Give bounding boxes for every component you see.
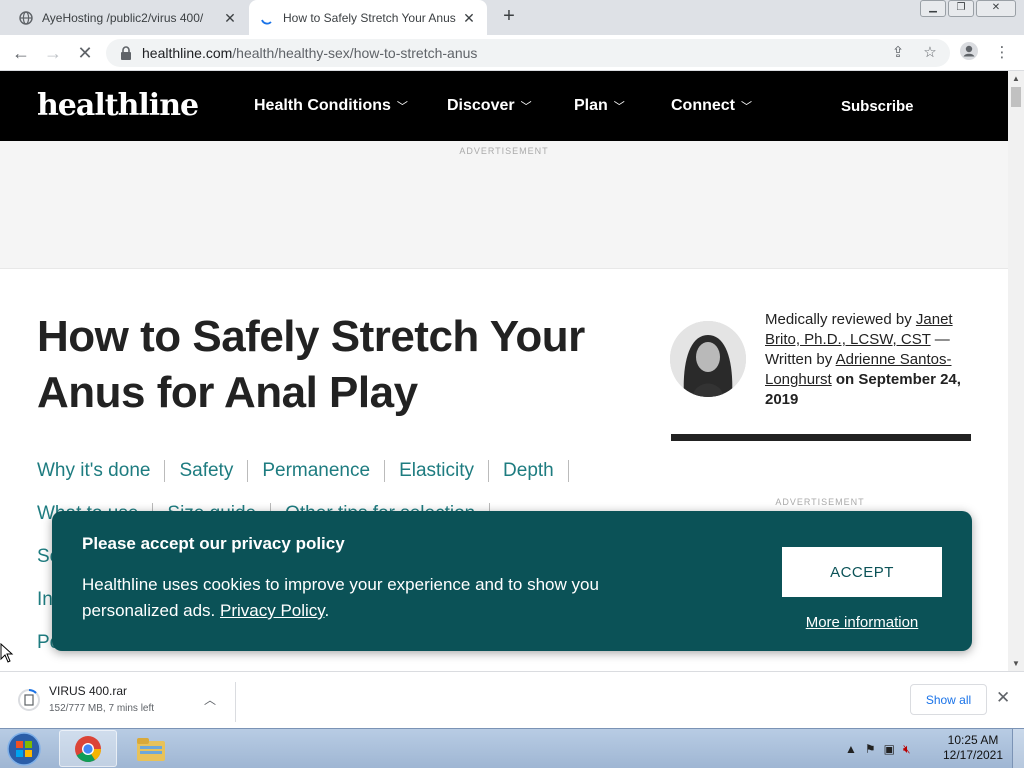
toc-link-elasticity[interactable]: Elasticity — [399, 460, 474, 482]
bookmark-star-icon[interactable]: ☆ — [918, 41, 942, 65]
cookie-message: Healthline uses cookies to improve your … — [82, 572, 682, 624]
volume-muted-icon[interactable]: 🔇︎ — [903, 742, 911, 757]
download-item[interactable]: VIRUS 400.rar 152/777 MB, 7 mins left ︿ — [14, 682, 236, 722]
download-filename: VIRUS 400.rar — [49, 684, 128, 698]
system-tray: ▲ ⚑ ▣ 🔇︎ — [845, 729, 911, 768]
more-information-link[interactable]: More information — [782, 614, 942, 631]
window-controls: ▁ ❐ ✕ — [920, 0, 1016, 17]
cookie-text-end: . — [324, 601, 330, 620]
restore-button[interactable]: ❐ — [948, 0, 974, 17]
close-download-shelf-icon[interactable]: ✕ — [996, 688, 1010, 708]
toc-separator — [488, 459, 490, 482]
tab-healthline[interactable]: How to Safely Stretch Your Anus ✕ — [249, 0, 487, 35]
share-icon[interactable]: ⇪ — [886, 41, 910, 65]
url-host: healthline.com — [142, 45, 233, 61]
taskbar-chrome-icon[interactable] — [59, 730, 117, 767]
byline-divider — [671, 434, 971, 441]
privacy-policy-link[interactable]: Privacy Policy — [220, 601, 325, 620]
tab-ayehosting[interactable]: AyeHosting /public2/virus 400/ ✕ — [8, 0, 248, 35]
toc-link-safety[interactable]: Safety — [179, 460, 233, 482]
browser-toolbar: ← → ✕ healthline.com/health/healthy-sex/… — [0, 35, 1024, 71]
article-byline: Medically reviewed by Janet Brito, Ph.D.… — [765, 310, 980, 410]
toc-link-permanence[interactable]: Permanence — [262, 460, 370, 482]
toc-separator — [567, 459, 569, 482]
scroll-thumb[interactable] — [1011, 87, 1021, 107]
taskbar-clock[interactable]: 10:25 AM 12/17/2021 — [940, 733, 1006, 763]
nav-label: Discover — [447, 97, 515, 114]
forward-button[interactable]: → — [41, 41, 65, 65]
chevron-up-icon[interactable]: ︿ — [204, 691, 216, 708]
url-path: /health/healthy-sex/how-to-stretch-anus — [232, 45, 478, 61]
toc-separator — [247, 459, 249, 482]
healthline-logo[interactable]: healthline — [37, 88, 199, 123]
nav-label: Health Conditions — [254, 97, 391, 114]
browser-menu-icon[interactable]: ⋮ — [990, 41, 1014, 65]
mouse-cursor-icon — [0, 643, 14, 663]
nav-health-conditions[interactable]: Health Conditions ﹀ — [254, 71, 408, 141]
download-status: 152/777 MB, 7 mins left — [49, 703, 155, 714]
toc-link-why[interactable]: Why it's done — [37, 460, 150, 482]
lock-icon — [121, 46, 131, 60]
chevron-down-icon: ﹀ — [613, 101, 625, 113]
ad-label: ADVERTISEMENT — [459, 146, 549, 156]
toc-link-partial[interactable]: In — [37, 589, 53, 611]
close-window-button[interactable]: ✕ — [976, 0, 1016, 17]
start-button[interactable] — [4, 731, 44, 767]
tab-title: AyeHosting /public2/virus 400/ — [42, 10, 204, 25]
top-ad-slot: ADVERTISEMENT — [0, 141, 1008, 269]
scroll-down-arrow-icon[interactable]: ▼ — [1012, 659, 1020, 668]
address-bar[interactable]: healthline.com/health/healthy-sex/how-to… — [106, 39, 950, 67]
subscribe-link[interactable]: Subscribe — [841, 71, 914, 141]
reviewer-avatar — [670, 321, 746, 397]
date-prefix: on — [831, 371, 859, 388]
tab-close-icon[interactable]: ✕ — [222, 10, 238, 26]
toc-separator — [164, 459, 166, 482]
network-icon[interactable]: ▣ — [884, 742, 895, 756]
toc-link-depth[interactable]: Depth — [503, 460, 554, 482]
back-button[interactable]: ← — [9, 41, 33, 65]
toc-separator — [384, 459, 386, 482]
windows-taskbar: ▲ ⚑ ▣ 🔇︎ 10:25 AM 12/17/2021 — [0, 728, 1024, 768]
chevron-down-icon: ﹀ — [520, 101, 532, 113]
globe-icon — [18, 10, 34, 26]
download-shelf: VIRUS 400.rar 152/777 MB, 7 mins left ︿ … — [0, 671, 1024, 728]
nav-label: Plan — [574, 97, 608, 114]
page-scrollbar[interactable]: ▲ ▼ — [1008, 71, 1024, 671]
cookie-text: Healthline uses cookies to improve your … — [82, 575, 599, 620]
chevron-down-icon: ﹀ — [396, 101, 408, 113]
chevron-down-icon: ﹀ — [741, 101, 752, 113]
stop-loading-button[interactable]: ✕ — [73, 41, 97, 65]
side-ad-label: ADVERTISEMENT — [775, 497, 865, 507]
clock-date: 12/17/2021 — [942, 748, 1004, 762]
taskbar-explorer-icon[interactable] — [122, 730, 180, 767]
nav-connect[interactable]: Connect ﹀ — [671, 71, 752, 141]
browser-tab-strip: AyeHosting /public2/virus 400/ ✕ How to … — [0, 0, 1024, 35]
minimize-button[interactable]: ▁ — [920, 0, 946, 17]
show-desktop-button[interactable] — [1012, 729, 1024, 768]
new-tab-button[interactable]: + — [498, 6, 520, 28]
nav-discover[interactable]: Discover ﹀ — [447, 71, 532, 141]
toc-row: Why it's done Safety Permanence Elastici… — [37, 449, 637, 492]
tab-title: How to Safely Stretch Your Anus — [283, 10, 456, 25]
clock-time: 10:25 AM — [947, 733, 999, 747]
cookie-consent-banner: Please accept our privacy policy Healthl… — [52, 511, 972, 651]
show-hidden-icons-icon[interactable]: ▲ — [845, 742, 857, 756]
accept-cookies-button[interactable]: ACCEPT — [782, 547, 942, 597]
profile-avatar-icon[interactable] — [957, 41, 981, 65]
tab-close-icon[interactable]: ✕ — [461, 10, 477, 26]
cookie-title: Please accept our privacy policy — [82, 534, 345, 553]
scroll-up-arrow-icon[interactable]: ▲ — [1012, 74, 1020, 83]
article-title: How to Safely Stretch Your Anus for Anal… — [37, 312, 585, 417]
page-viewport: healthline Health Conditions ﹀ Discover ﹀ … — [0, 71, 1008, 671]
site-header: healthline Health Conditions ﹀ Discover ﹀ … — [0, 71, 1008, 141]
show-all-downloads-button[interactable]: Show all — [910, 684, 987, 715]
reviewed-by-label: Medically reviewed by — [765, 311, 916, 328]
action-center-flag-icon[interactable]: ⚑ — [865, 742, 876, 756]
nav-label: Connect — [671, 97, 735, 114]
loading-spinner-icon — [259, 10, 275, 26]
nav-plan[interactable]: Plan ﹀ — [574, 71, 625, 141]
file-download-icon — [18, 689, 40, 711]
